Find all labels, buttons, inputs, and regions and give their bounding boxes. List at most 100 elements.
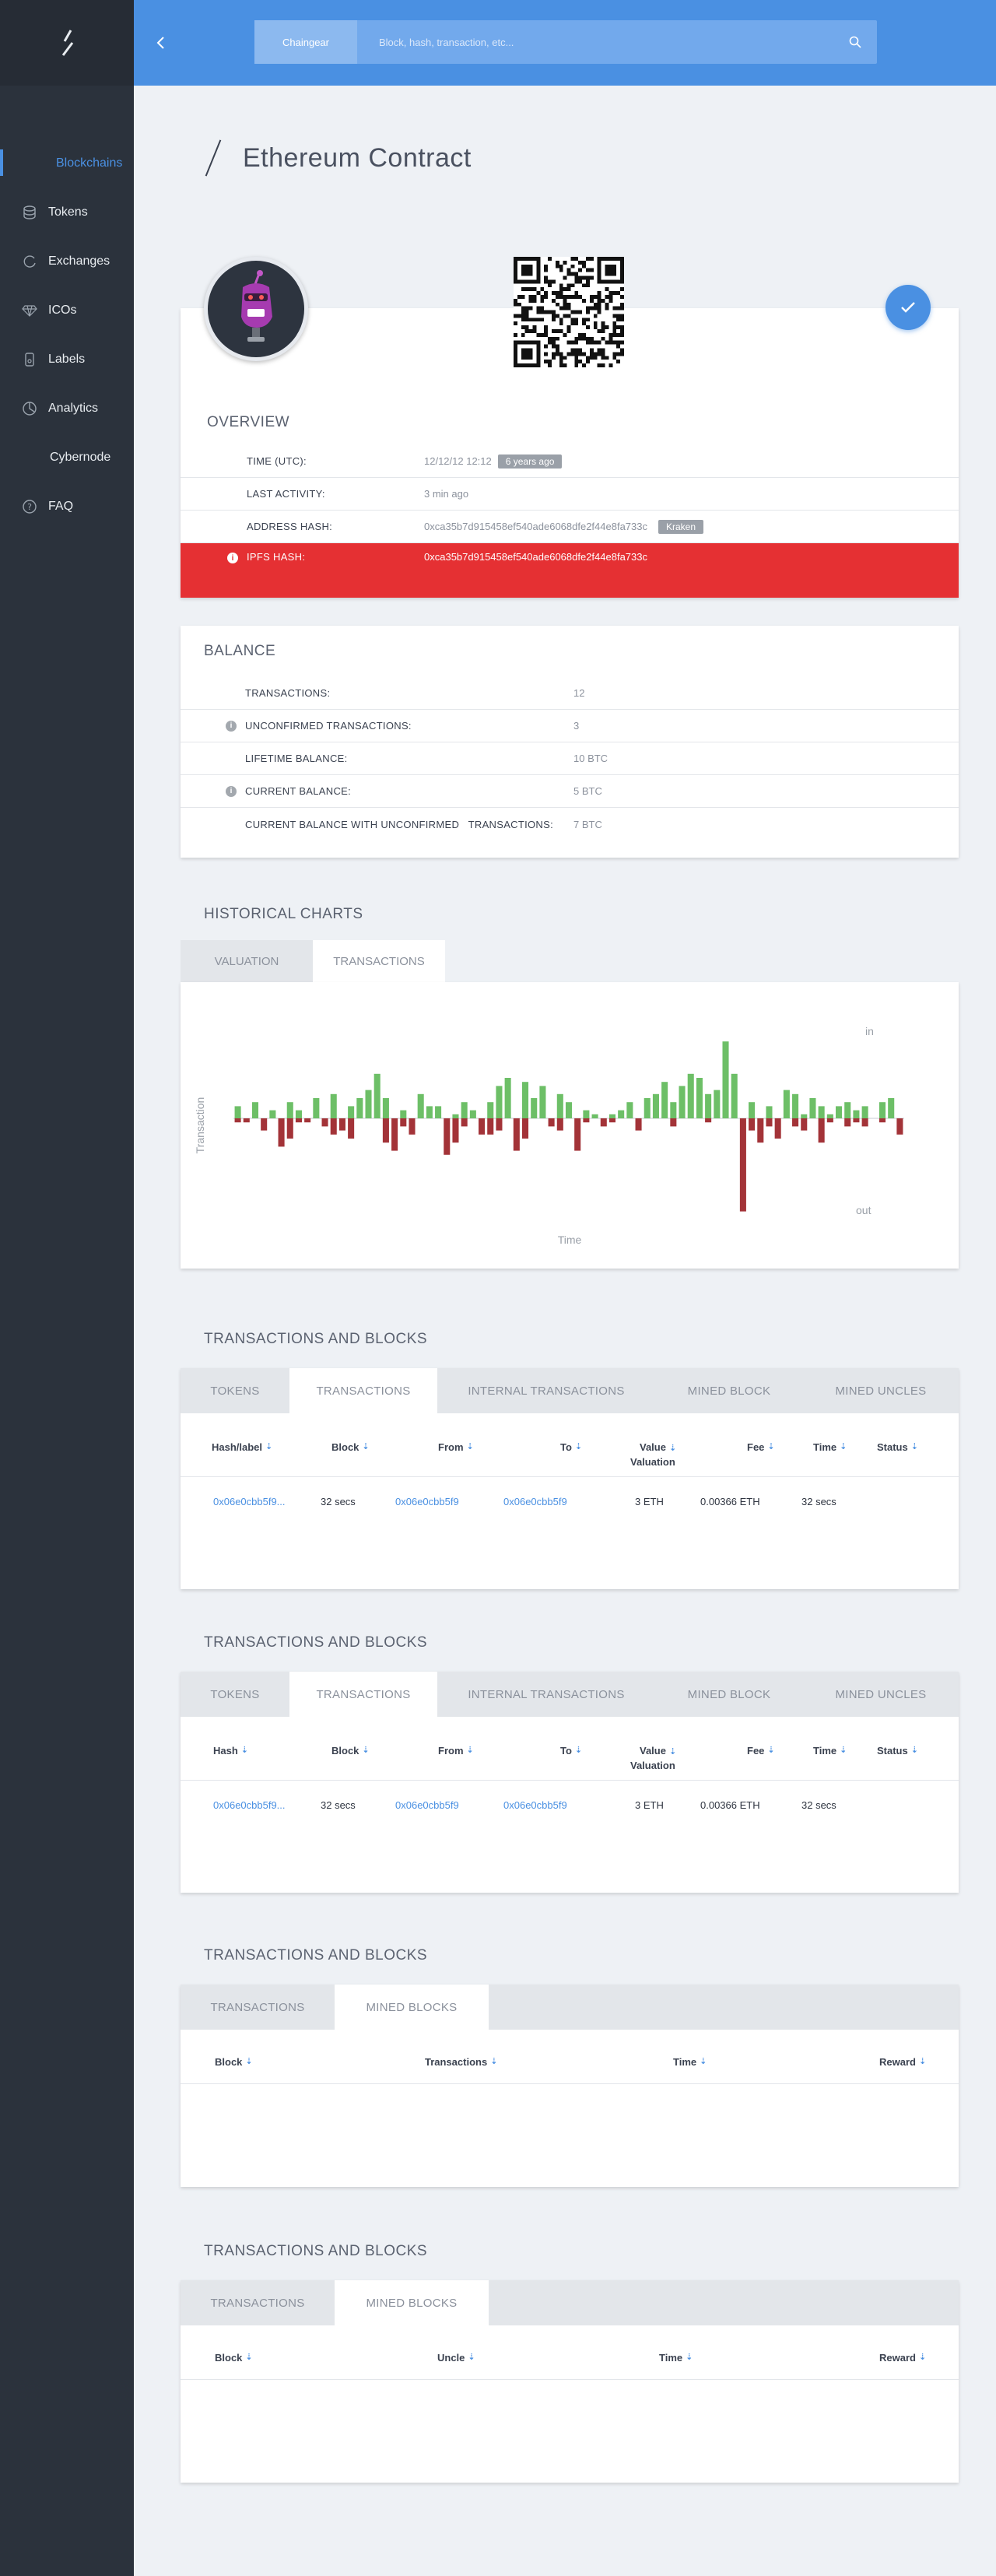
chart-bar-in[interactable]	[836, 1106, 843, 1118]
chart-bar-in[interactable]	[583, 1110, 590, 1118]
tx-to-link[interactable]: 0x06e0cbb5f9	[503, 1496, 567, 1507]
chart-bar-in[interactable]	[826, 1114, 833, 1118]
col-value[interactable]: Value ⇣ Valuation	[630, 1441, 676, 1468]
chart-bar-out[interactable]	[583, 1118, 590, 1123]
col-status[interactable]: Status ⇣	[877, 1441, 918, 1453]
col-block[interactable]: Block ⇣	[215, 2056, 253, 2068]
col-status[interactable]: Status ⇣	[877, 1745, 918, 1757]
tx-to-link[interactable]: 0x06e0cbb5f9	[503, 1799, 567, 1811]
search-source-chip[interactable]: Chaingear	[254, 20, 357, 64]
col-transactions[interactable]: Transactions ⇣	[425, 2056, 497, 2068]
chart-bar-out[interactable]	[896, 1118, 903, 1135]
address-hash-text[interactable]: 0xca35b7d915458ef540ade6068dfe2f44e8fa73…	[424, 521, 647, 532]
search-input[interactable]	[357, 20, 833, 64]
chart-bar-out[interactable]	[496, 1118, 503, 1131]
chart-bar-in[interactable]	[365, 1090, 372, 1118]
chart-bar-in[interactable]	[330, 1093, 337, 1118]
chart-bar-in[interactable]	[644, 1098, 651, 1118]
chart-bar-out[interactable]	[774, 1118, 781, 1139]
chart-bar-in[interactable]	[766, 1106, 773, 1118]
chart-bar-out[interactable]	[452, 1118, 459, 1143]
chart-bar-in[interactable]	[818, 1106, 825, 1118]
chart-bar-out[interactable]	[844, 1118, 851, 1127]
chart-bar-in[interactable]	[722, 1041, 729, 1118]
chart-bar-in[interactable]	[286, 1102, 293, 1118]
chart-bar-in[interactable]	[731, 1073, 738, 1118]
chart-bar-out[interactable]	[348, 1118, 355, 1139]
chart-bar-in[interactable]	[356, 1098, 363, 1118]
chart-bar-in[interactable]	[374, 1073, 381, 1118]
chart-bar-in[interactable]	[888, 1098, 895, 1118]
chart-bar-in[interactable]	[435, 1106, 442, 1118]
chart-bar-out[interactable]	[705, 1118, 712, 1123]
chart-bar-out[interactable]	[330, 1118, 337, 1135]
chart-bar-in[interactable]	[234, 1106, 241, 1118]
sidebar-item-labels[interactable]: Labels	[0, 335, 134, 384]
tab-valuation[interactable]: VALUATION	[181, 940, 313, 982]
chart-bar-out[interactable]	[600, 1118, 607, 1127]
chart-bar-in[interactable]	[670, 1102, 677, 1118]
chart-bar-in[interactable]	[382, 1098, 389, 1118]
chart-bar-out[interactable]	[409, 1118, 416, 1135]
chart-bar-in[interactable]	[618, 1110, 625, 1118]
chart-bar-out[interactable]	[608, 1118, 616, 1123]
col-to[interactable]: To ⇣	[560, 1745, 582, 1757]
chart-bar-out[interactable]	[444, 1118, 451, 1155]
chart-bar-in[interactable]	[400, 1110, 407, 1118]
col-hash-label[interactable]: Hash/label ⇣	[212, 1441, 272, 1453]
chart-bar-out[interactable]	[861, 1118, 868, 1127]
chart-bar-in[interactable]	[531, 1098, 538, 1118]
col-block[interactable]: Block ⇣	[331, 1745, 370, 1757]
chart-bar-in[interactable]	[801, 1114, 808, 1118]
col-from[interactable]: From ⇣	[438, 1441, 474, 1453]
chart-bar-in[interactable]	[487, 1102, 494, 1118]
chart-bar-out[interactable]	[818, 1118, 825, 1143]
chart-bar-out[interactable]	[400, 1118, 407, 1127]
sidebar-item-blockchains[interactable]: Blockchains	[0, 139, 134, 188]
chart-bar-out[interactable]	[792, 1118, 799, 1127]
chart-bar-in[interactable]	[469, 1110, 476, 1118]
tab-transactions[interactable]: TRANSACTIONS	[181, 1985, 335, 2030]
sidebar-item-cybernode[interactable]: Cybernode	[0, 433, 134, 482]
tx-from-link[interactable]: 0x06e0cbb5f9	[395, 1496, 459, 1507]
tab-transactions[interactable]: TRANSACTIONS	[181, 2280, 335, 2325]
chart-bar-out[interactable]	[879, 1118, 886, 1123]
col-hash[interactable]: Hash ⇣	[213, 1745, 248, 1757]
chart-bar-in[interactable]	[496, 1086, 503, 1118]
sidebar-item-icos[interactable]: ICOs	[0, 286, 134, 335]
col-block[interactable]: Block ⇣	[331, 1441, 370, 1453]
chart-bar-out[interactable]	[286, 1118, 293, 1139]
chart-bar-out[interactable]	[749, 1118, 756, 1131]
chart-bar-out[interactable]	[295, 1118, 302, 1123]
chart-bar-in[interactable]	[461, 1102, 468, 1118]
tab-mined-block[interactable]: MINED BLOCK	[655, 1368, 803, 1413]
col-value[interactable]: Value ⇣ Valuation	[630, 1745, 676, 1771]
sidebar-item-tokens[interactable]: Tokens	[0, 188, 134, 237]
chart-bar-in[interactable]	[696, 1078, 703, 1118]
chart-bar-in[interactable]	[426, 1106, 433, 1118]
chart-bar-out[interactable]	[766, 1118, 773, 1127]
sidebar-item-exchanges[interactable]: Exchanges	[0, 237, 134, 286]
chart-bar-in[interactable]	[844, 1102, 851, 1118]
col-reward[interactable]: Reward ⇣	[879, 2056, 926, 2068]
logo[interactable]	[0, 0, 134, 86]
chart-bar-in[interactable]	[783, 1090, 790, 1118]
chart-bar-out[interactable]	[548, 1118, 555, 1127]
col-time[interactable]: Time ⇣	[659, 2352, 693, 2364]
chart-bar-in[interactable]	[853, 1110, 860, 1118]
chart-bar-out[interactable]	[739, 1118, 746, 1212]
chart-bar-in[interactable]	[591, 1114, 598, 1118]
tab-transactions[interactable]: TRANSACTIONS	[289, 1368, 437, 1413]
col-uncle[interactable]: Uncle ⇣	[437, 2352, 475, 2364]
chart-bar-in[interactable]	[687, 1073, 694, 1118]
chart-bar-out[interactable]	[487, 1118, 494, 1135]
chart-bar-out[interactable]	[321, 1118, 328, 1127]
chart-bar-in[interactable]	[269, 1110, 276, 1118]
tab-mined-blocks[interactable]: MINED BLOCKS	[335, 2280, 489, 2325]
chart-bar-in[interactable]	[608, 1114, 616, 1118]
favorite-button[interactable]	[886, 285, 931, 330]
chart-bar-in[interactable]	[452, 1114, 459, 1118]
chart-bar-in[interactable]	[521, 1082, 529, 1118]
chart-bar-out[interactable]	[461, 1118, 468, 1127]
tab-internal-transactions[interactable]: INTERNAL TRANSACTIONS	[437, 1672, 655, 1717]
